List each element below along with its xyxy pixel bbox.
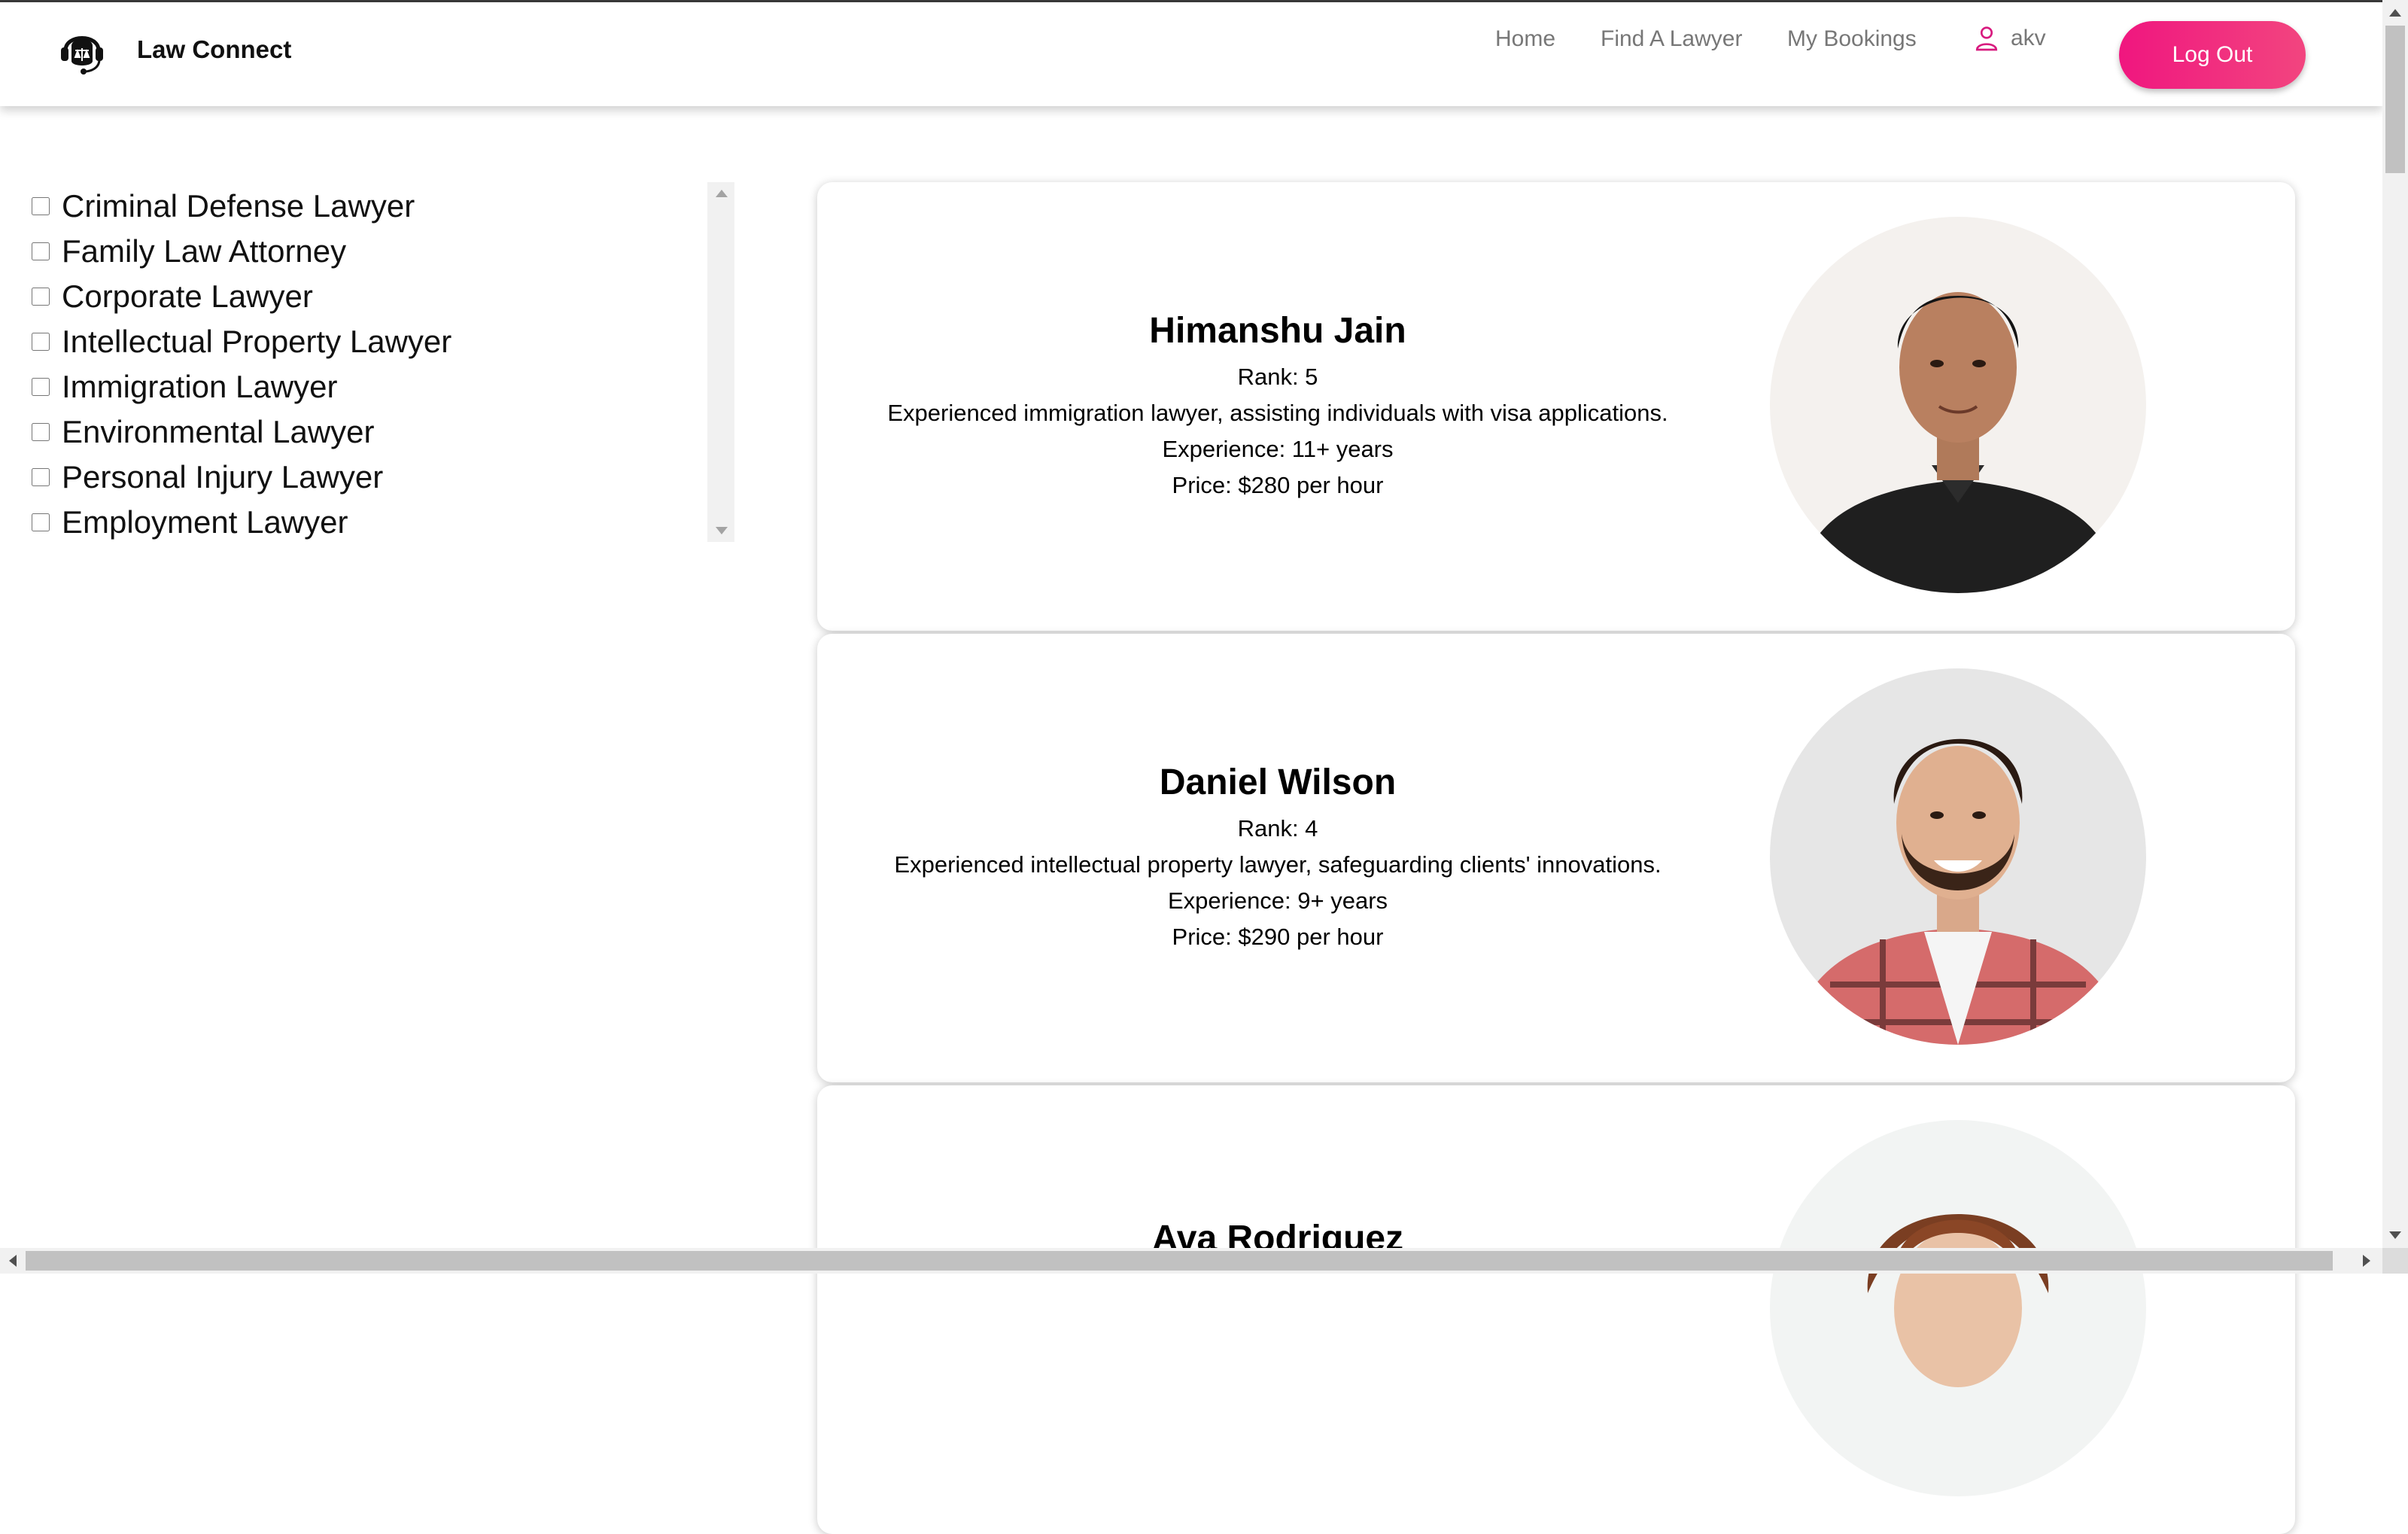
filter-label: Intellectual Property Lawyer [62,324,452,359]
lawyer-price: Price: $290 per hour [1172,923,1384,950]
logout-button[interactable]: Log Out [2119,21,2306,89]
lawyer-info: Daniel Wilson Rank: 4 Experienced intell… [817,634,1738,1082]
filter-label: Corporate Lawyer [62,278,313,314]
filter-label: Personal Injury Lawyer [62,459,384,495]
filter-checkbox[interactable] [32,197,50,215]
lawyer-experience: Experience: 11+ years [1162,435,1394,462]
brand-name: Law Connect [137,35,292,63]
nav-my-bookings-link[interactable]: My Bookings [1787,26,1917,52]
filter-checkbox[interactable] [32,423,50,441]
filter-checkbox[interactable] [32,288,50,306]
lawyer-photo [1770,1120,2146,1496]
user-profile-link[interactable]: akv [1973,25,2046,52]
lawyer-photo [1770,668,2146,1045]
filter-scrollbar[interactable] [707,182,734,542]
lawyer-name: Himanshu Jain [1149,310,1406,351]
user-icon [1975,26,1998,51]
lawyer-info: Ava Rodriguez [817,1085,1738,1534]
filter-item-family-law[interactable]: Family Law Attorney [29,229,721,274]
filter-item-intellectual-property[interactable]: Intellectual Property Lawyer [29,319,721,364]
filter-checkbox[interactable] [32,468,50,486]
filter-item-employment[interactable]: Employment Lawyer [29,500,721,545]
user-name: akv [2011,26,2046,50]
lawyer-description: Experienced intellectual property lawyer… [894,851,1662,878]
scroll-up-arrow-icon[interactable] [716,190,728,197]
lawyer-card[interactable]: Himanshu Jain Rank: 5 Experienced immigr… [817,182,2295,631]
scroll-right-arrow-icon[interactable] [2363,1255,2370,1267]
scroll-up-arrow-icon[interactable] [2389,9,2401,17]
scroll-down-arrow-icon[interactable] [716,527,728,534]
lawyer-card[interactable]: Daniel Wilson Rank: 4 Experienced intell… [817,634,2295,1082]
scroll-left-arrow-icon[interactable] [9,1255,17,1267]
lawyer-headset-icon [61,36,103,75]
lawyer-rank: Rank: 4 [1237,814,1318,842]
filter-label: Environmental Lawyer [62,414,375,449]
page-vertical-scrollbar[interactable] [2382,0,2408,1248]
filter-checkbox[interactable] [32,513,50,531]
scroll-down-arrow-icon[interactable] [2389,1231,2401,1239]
page-horizontal-scrollbar[interactable] [0,1248,2408,1274]
filter-label: Criminal Defense Lawyer [62,188,415,224]
filter-item-criminal-defense[interactable]: Criminal Defense Lawyer [29,184,721,229]
filter-item-immigration[interactable]: Immigration Lawyer [29,364,721,409]
filter-label: Employment Lawyer [62,504,348,540]
filter-item-environmental[interactable]: Environmental Lawyer [29,409,721,455]
filter-label: Family Law Attorney [62,233,347,269]
filter-checkbox[interactable] [32,333,50,351]
nav-home-link[interactable]: Home [1495,26,1555,52]
scrollbar-thumb[interactable] [26,1251,2333,1271]
lawyer-description: Experienced immigration lawyer, assistin… [887,399,1668,426]
scrollbar-thumb[interactable] [2385,26,2405,173]
lawyer-photo [1770,217,2146,593]
nav-find-lawyer-link[interactable]: Find A Lawyer [1601,26,1742,52]
category-filter-list: Criminal Defense Lawyer Family Law Attor… [29,184,721,545]
filter-checkbox[interactable] [32,378,50,396]
lawyer-info: Himanshu Jain Rank: 5 Experienced immigr… [817,182,1738,631]
lawyer-card[interactable]: Ava Rodriguez [817,1085,2295,1534]
filter-item-corporate[interactable]: Corporate Lawyer [29,274,721,319]
lawyer-price: Price: $280 per hour [1172,471,1384,498]
navbar: Law Connect Home Find A Lawyer My Bookin… [0,2,2382,106]
lawyer-experience: Experience: 9+ years [1167,887,1388,914]
filter-checkbox[interactable] [32,242,50,260]
lawyer-rank: Rank: 5 [1237,363,1318,390]
scrollbar-corner [2382,1248,2408,1274]
filter-item-personal-injury[interactable]: Personal Injury Lawyer [29,455,721,500]
lawyer-name: Daniel Wilson [1159,762,1397,802]
brand[interactable]: Law Connect [56,23,291,76]
filter-label: Immigration Lawyer [62,369,338,404]
